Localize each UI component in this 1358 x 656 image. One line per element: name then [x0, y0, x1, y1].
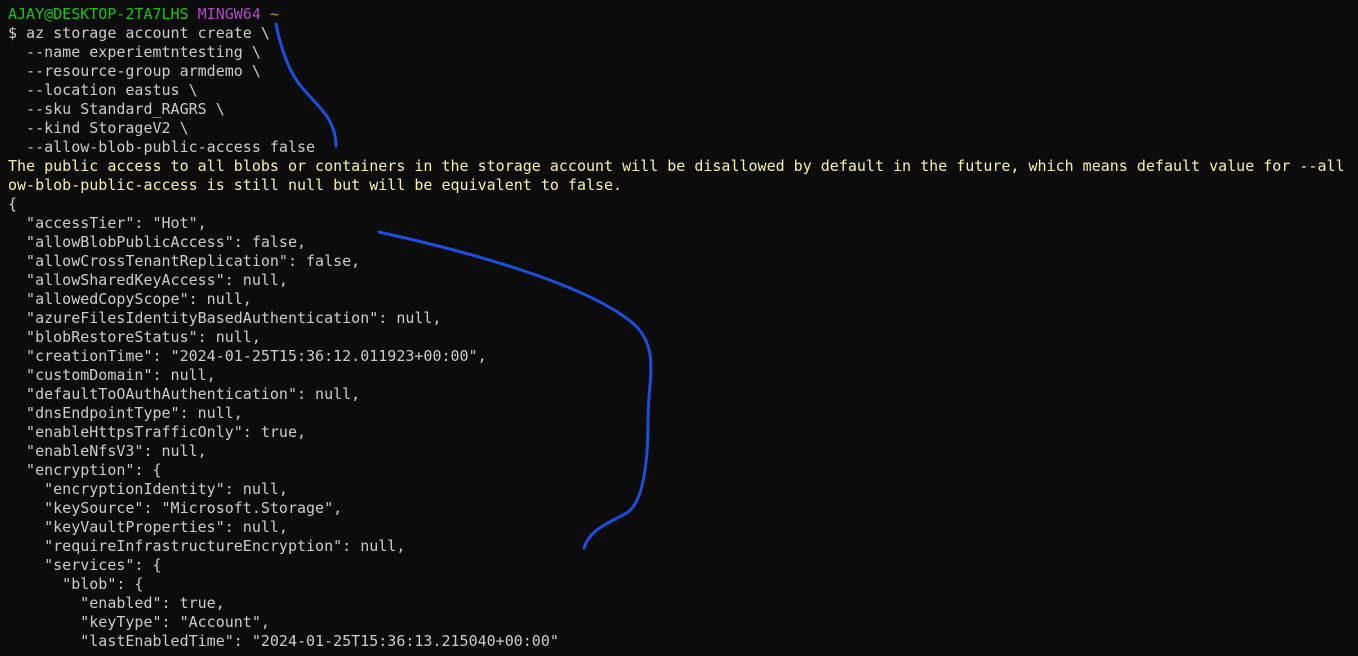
command-line: --resource-group armdemo \ [8, 62, 261, 80]
output-line: "lastEnabledTime": "2024-01-25T15:36:13.… [8, 632, 559, 650]
warning-line: ow-blob-public-access is still null but … [8, 176, 623, 194]
output-line: "encryptionIdentity": null, [8, 480, 288, 498]
output-line: "allowCrossTenantReplication": false, [8, 252, 361, 270]
output-line: "customDomain": null, [8, 366, 216, 384]
command-line: --allow-blob-public-access false [8, 138, 316, 156]
output-line: "dnsEndpointType": null, [8, 404, 243, 422]
command-line: --sku Standard_RAGRS \ [8, 100, 225, 118]
output-line: { [8, 195, 18, 213]
output-line: "enableHttpsTrafficOnly": true, [8, 423, 307, 441]
output-line: "blobRestoreStatus": null, [8, 328, 261, 346]
command-line: --kind StorageV2 \ [8, 119, 189, 137]
warning-line: The public access to all blobs or contai… [8, 157, 1345, 175]
output-line: "allowSharedKeyAccess": null, [8, 271, 288, 289]
output-line: "accessTier": "Hot", [8, 214, 207, 232]
output-line: "services": { [8, 556, 162, 574]
output-line: "azureFilesIdentityBasedAuthentication":… [8, 309, 442, 327]
prompt-shell: MINGW64 [197, 5, 261, 23]
prompt-path: ~ [269, 5, 279, 23]
output-line: "allowBlobPublicAccess": false, [8, 233, 307, 251]
output-line: "keySource": "Microsoft.Storage", [8, 499, 343, 517]
output-line: "enabled": true, [8, 594, 225, 612]
command-line: --name experiemtntesting \ [8, 43, 261, 61]
output-line: "blob": { [8, 575, 144, 593]
output-line: "enableNfsV3": null, [8, 442, 207, 460]
shell-prompt: AJAY@DESKTOP-2TA7LHS MINGW64 ~ [8, 5, 1358, 24]
output-line: "allowedCopyScope": null, [8, 290, 252, 308]
output-line: "creationTime": "2024-01-25T15:36:12.011… [8, 347, 487, 365]
command-line: --location eastus \ [8, 81, 198, 99]
terminal-window[interactable]: AJAY@DESKTOP-2TA7LHS MINGW64 ~ $ az stor… [0, 0, 1358, 656]
command-line: $ az storage account create \ [8, 24, 270, 42]
prompt-user-host: AJAY@DESKTOP-2TA7LHS [8, 5, 189, 23]
output-line: "defaultToOAuthAuthentication": null, [8, 385, 361, 403]
output-line: "requireInfrastructureEncryption": null, [8, 537, 406, 555]
output-line: "keyType": "Account", [8, 613, 270, 631]
output-line: "keyVaultProperties": null, [8, 518, 288, 536]
output-line: "encryption": { [8, 461, 162, 479]
